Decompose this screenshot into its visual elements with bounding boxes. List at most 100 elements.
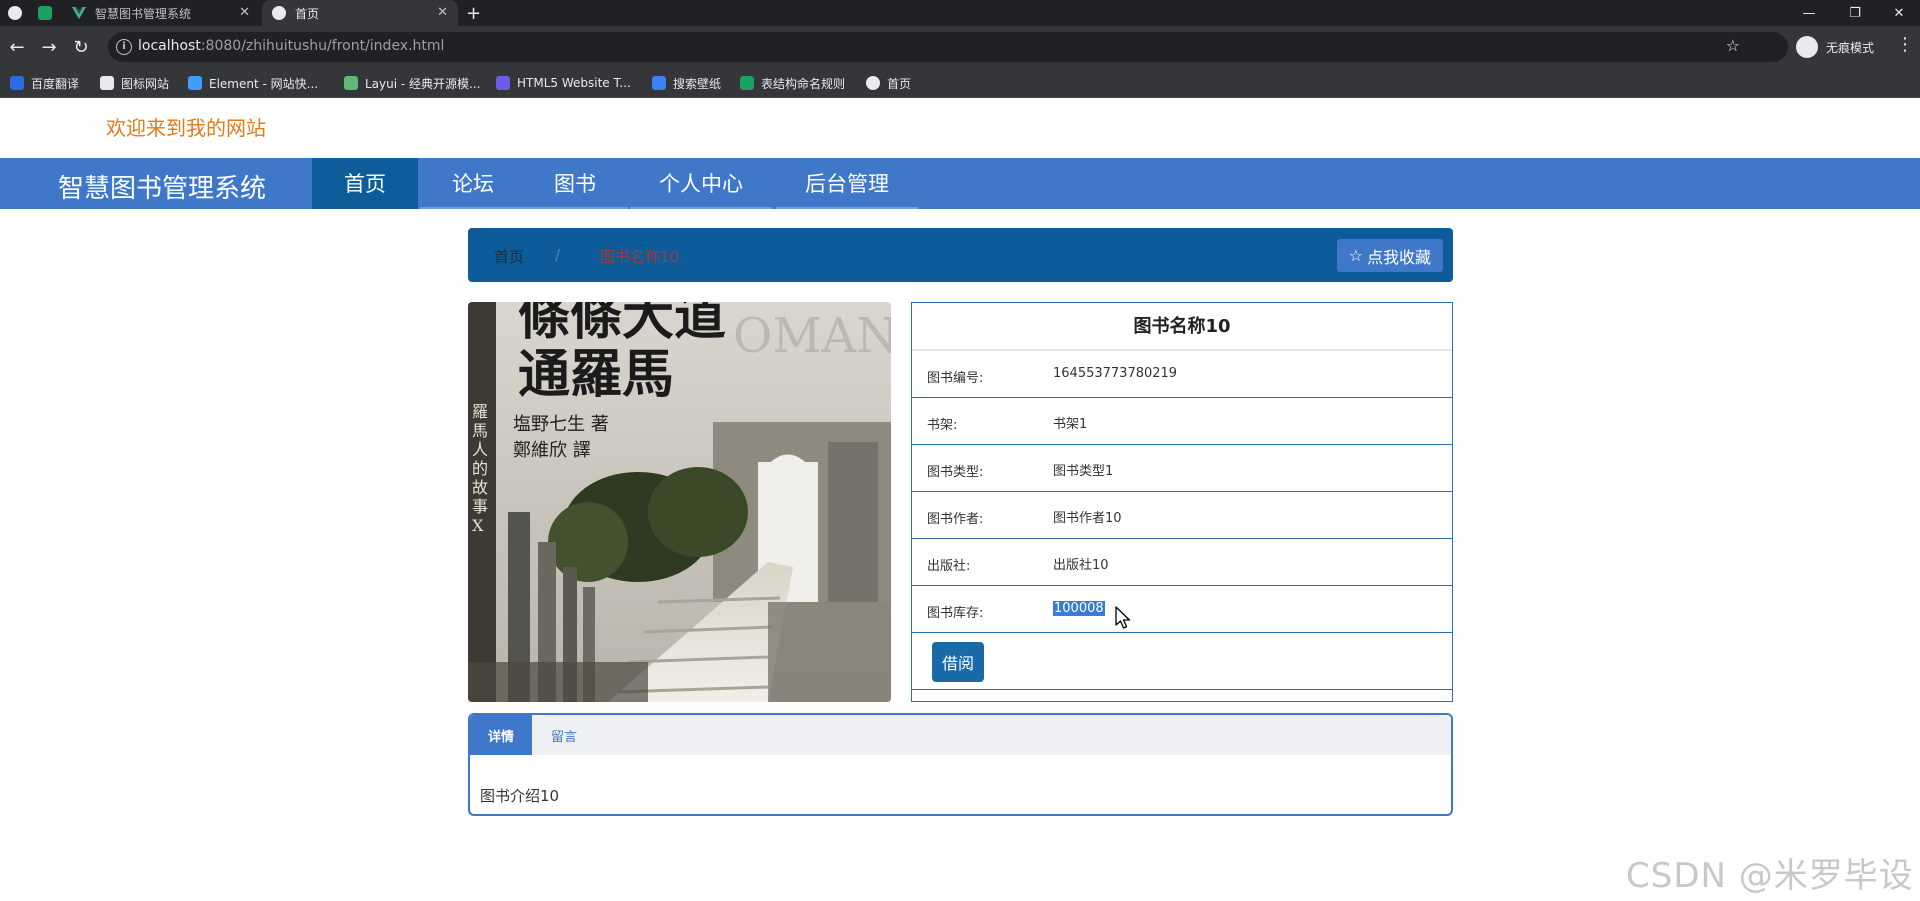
url-host: localhost: [138, 38, 201, 54]
field-value: 164553773780219: [1053, 366, 1178, 381]
field-label: 出版社:: [927, 559, 971, 574]
nav-item-profile[interactable]: 个人中心: [630, 158, 772, 209]
nav-item-home[interactable]: 首页: [312, 158, 418, 209]
bookmark-item[interactable]: 首页: [866, 68, 911, 98]
bookmark-star-icon[interactable]: ☆: [1726, 36, 1740, 55]
reload-icon[interactable]: ↻: [68, 34, 94, 60]
url-text: localhost:8080/zhihuitushu/front/index.h…: [138, 38, 444, 54]
breadcrumb-home-link[interactable]: 首页: [494, 246, 524, 267]
main-nav: 智慧图书管理系统 首页 论坛 图书 个人中心 后台管理: [0, 158, 1920, 209]
new-tab-button[interactable]: +: [466, 0, 486, 26]
bookmark-label: 搜索壁纸: [673, 76, 722, 91]
minimize-icon[interactable]: —: [1786, 0, 1832, 26]
element-logo-icon: [188, 76, 202, 90]
book-info-panel: 图书名称10 图书编号: 164553773780219 书架: 书架1 图书类…: [911, 302, 1453, 702]
globe-icon: [866, 76, 880, 90]
field-label: 图书编号:: [927, 371, 984, 386]
bookmark-item[interactable]: 图标网站: [100, 68, 169, 98]
browser-tab[interactable]: 智慧图书管理系统 ✕: [72, 0, 260, 26]
browser-tab[interactable]: [38, 0, 60, 26]
bookmark-label: 图标网站: [121, 76, 170, 91]
bookmark-label: 百度翻译: [31, 76, 80, 91]
info-row-shelf: 书架: 书架1: [912, 398, 1452, 445]
favorite-button-label: 点我收藏: [1366, 247, 1431, 267]
tab-title: 首页: [295, 6, 320, 21]
vue-logo-icon: [72, 6, 86, 20]
bookmark-item[interactable]: 百度翻译: [10, 68, 79, 98]
cover-translator-line: 鄭維欣 譯: [513, 440, 591, 461]
field-value: 出版社10: [1053, 558, 1109, 573]
info-row-actions: [912, 633, 1452, 690]
bookmark-item[interactable]: 表结构命名规则: [740, 68, 845, 98]
bookmark-item[interactable]: Element - 网站快...: [188, 68, 318, 98]
close-tab-icon[interactable]: ✕: [239, 5, 250, 20]
wallpaper-icon: [652, 76, 666, 90]
browser-menu-icon[interactable]: ⋮: [1896, 34, 1914, 55]
forward-icon[interactable]: →: [36, 34, 62, 60]
cover-corner-text: OMAN: [733, 308, 891, 364]
cover-title-line-2: 通羅馬: [518, 344, 675, 405]
book-description: 图书介绍10: [480, 787, 560, 805]
borrow-button[interactable]: 借阅: [932, 642, 984, 682]
cover-title: 條條大道 通羅馬: [518, 302, 726, 404]
nav-item-forum[interactable]: 论坛: [420, 158, 526, 209]
favorite-button[interactable]: ☆ 点我收藏: [1336, 239, 1443, 272]
url-path: :8080/zhihuitushu/front/index.html: [200, 38, 445, 54]
info-row-stock: 图书库存: 100008: [912, 586, 1452, 633]
bookmark-label: Layui - 经典开源模...: [365, 76, 481, 91]
restore-icon[interactable]: ❐: [1832, 0, 1878, 26]
globe-icon: [272, 6, 286, 20]
field-label: 图书库存:: [927, 606, 984, 621]
cover-title-line-1: 條條大道: [518, 302, 727, 347]
nav-item-books[interactable]: 图书: [522, 158, 628, 209]
welcome-text: 欢迎来到我的网站: [106, 116, 266, 140]
browser-tab[interactable]: [8, 0, 30, 26]
address-bar[interactable]: i localhost:8080/zhihuitushu/front/index…: [108, 32, 1788, 62]
bookmark-item[interactable]: 搜索壁纸: [652, 68, 721, 98]
field-label: 图书作者:: [927, 512, 984, 527]
html5up-icon: [496, 76, 510, 90]
bookmarks-bar: 百度翻译 图标网站 Element - 网站快... Layui - 经典开源模…: [0, 68, 1920, 98]
sheet-icon: [740, 76, 754, 90]
book-cover-image: 條條大道 通羅馬 OMAN 塩野七生 著 鄭維欣 譯 羅馬人的故事X: [468, 302, 891, 702]
breadcrumb: 首页 / 图书名称10 ☆ 点我收藏: [468, 228, 1453, 282]
bookmark-item[interactable]: Layui - 经典开源模...: [344, 68, 480, 98]
detail-tabs: 详情 留言 图书介绍10: [468, 713, 1453, 816]
browser-tab-active[interactable]: 首页 ✕: [262, 0, 458, 26]
cover-series-text: 羅馬人的故事X: [472, 402, 489, 535]
cover-author: 塩野七生 著 鄭維欣 譯: [513, 412, 609, 464]
site-info-icon[interactable]: i: [116, 39, 132, 55]
tab-details[interactable]: 详情: [470, 715, 532, 755]
close-window-icon[interactable]: ✕: [1876, 0, 1920, 26]
tab-comments[interactable]: 留言: [532, 715, 596, 755]
globe-icon: [8, 6, 22, 20]
translate-icon: [10, 76, 24, 90]
browser-tab-strip: 智慧图书管理系统 ✕ 首页 ✕ + — ❐ ✕: [0, 0, 1920, 26]
sheet-favicon-icon: [38, 6, 52, 20]
book-title: 图书名称10: [912, 303, 1452, 351]
layui-logo-icon: [344, 76, 358, 90]
breadcrumb-separator: /: [555, 246, 561, 264]
field-label: 图书类型:: [927, 465, 984, 480]
flag-icon: [100, 76, 114, 90]
bookmark-label: 表结构命名规则: [761, 76, 846, 91]
close-tab-icon[interactable]: ✕: [437, 5, 448, 20]
info-row-type: 图书类型: 图书类型1: [912, 445, 1452, 492]
bookmark-item[interactable]: HTML5 Website T...: [496, 68, 631, 98]
star-icon: ☆: [1348, 246, 1363, 265]
incognito-indicator[interactable]: 无痕模式: [1796, 34, 1874, 60]
back-icon[interactable]: ←: [4, 34, 30, 60]
info-row-id: 图书编号: 164553773780219: [912, 351, 1452, 398]
site-brand[interactable]: 智慧图书管理系统: [58, 168, 266, 205]
incognito-label: 无痕模式: [1826, 40, 1875, 55]
nav-item-admin[interactable]: 后台管理: [776, 158, 918, 209]
field-value: 书架1: [1053, 417, 1088, 432]
info-row-publisher: 出版社: 出版社10: [912, 539, 1452, 586]
mouse-cursor-icon: [1115, 606, 1131, 629]
tab-header: 详情 留言: [470, 715, 1451, 755]
field-label: 书架:: [927, 418, 958, 433]
field-value: 图书类型1: [1053, 464, 1114, 479]
info-row-author: 图书作者: 图书作者10: [912, 492, 1452, 539]
incognito-icon: [1796, 36, 1818, 58]
bookmark-label: 首页: [887, 76, 912, 91]
